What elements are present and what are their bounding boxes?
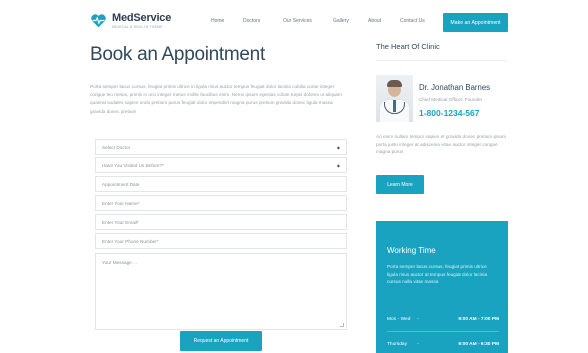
working-time-panel: Working Time Porta semper lacus cursus, … — [376, 221, 508, 353]
request-appointment-button[interactable]: Request an Appointment — [180, 331, 262, 351]
name-input[interactable]: Enter Your Name* — [95, 195, 347, 211]
appointment-date-placeholder: Appointment Date — [102, 181, 140, 187]
doctor-role: Chief Medical Officer, Founder — [419, 97, 483, 102]
message-textarea[interactable]: Your Message ... — [95, 253, 347, 330]
sidebar-divider — [376, 60, 508, 61]
chevron-down-icon: ◆ — [336, 162, 340, 168]
hours-divider — [387, 331, 499, 332]
nav-services[interactable]: Our Services — [283, 18, 312, 24]
doctor-name: Dr. Jonathan Barnes — [419, 83, 491, 92]
visited-before-value: Have You Visited Us Before?* — [102, 162, 164, 168]
message-placeholder: Your Message ... — [102, 260, 138, 265]
page-title: Book an Appointment — [90, 44, 265, 65]
select-doctor-dropdown[interactable]: Select Doctor ◆ — [95, 139, 347, 155]
phone-input[interactable]: Enter Your Phone Number* — [95, 233, 347, 249]
doctor-photo — [376, 75, 413, 122]
make-appointment-button[interactable]: Make an Appointment — [443, 13, 508, 32]
nav-gallery[interactable]: Gallery — [333, 18, 349, 24]
sidebar-heading: The Heart Of Clinic — [376, 42, 440, 51]
email-input[interactable]: Enter Your Email* — [95, 214, 347, 230]
select-doctor-value: Select Doctor — [102, 144, 131, 150]
sidebar-text: An enim nullam tempor sapien et gravida … — [376, 134, 507, 155]
hours-separator: - — [417, 317, 419, 322]
name-placeholder: Enter Your Name* — [102, 200, 140, 206]
hours-value: 9:00 AM - 6:30 PM — [458, 342, 499, 347]
learn-more-button[interactable]: Learn More — [376, 175, 424, 194]
hours-row: Thursday - 9:00 AM - 6:30 PM — [387, 342, 499, 352]
nav-doctors[interactable]: Doctors — [243, 18, 260, 24]
hours-row: Mon - Wed - 9:00 AM - 7:00 PM — [387, 317, 499, 327]
hours-day: Mon - Wed — [387, 317, 411, 322]
chevron-down-icon: ◆ — [336, 144, 340, 150]
working-time-text: Porta semper lacus cursus, feugiat primi… — [387, 264, 488, 285]
hours-value: 9:00 AM - 7:00 PM — [458, 317, 499, 322]
site-header: MedService MEDICAL & HEALTH THEME Home D… — [0, 0, 588, 44]
intro-text: Porta semper lacus cursus, feugiat primi… — [90, 84, 342, 114]
email-placeholder: Enter Your Email* — [102, 219, 139, 225]
resize-handle-icon[interactable] — [340, 323, 344, 327]
working-time-title: Working Time — [387, 246, 436, 255]
appointment-date-input[interactable]: Appointment Date — [95, 176, 347, 192]
visited-before-dropdown[interactable]: Have You Visited Us Before?* ◆ — [95, 157, 347, 173]
phone-placeholder: Enter Your Phone Number* — [102, 238, 159, 244]
nav-home[interactable]: Home — [211, 18, 224, 24]
nav-contact[interactable]: Contact Us — [400, 18, 425, 24]
nav-about[interactable]: About — [368, 18, 381, 24]
hours-day: Thursday — [387, 342, 407, 347]
doctor-phone[interactable]: 1-800-1234-567 — [419, 108, 480, 118]
hours-separator: - — [417, 342, 419, 347]
